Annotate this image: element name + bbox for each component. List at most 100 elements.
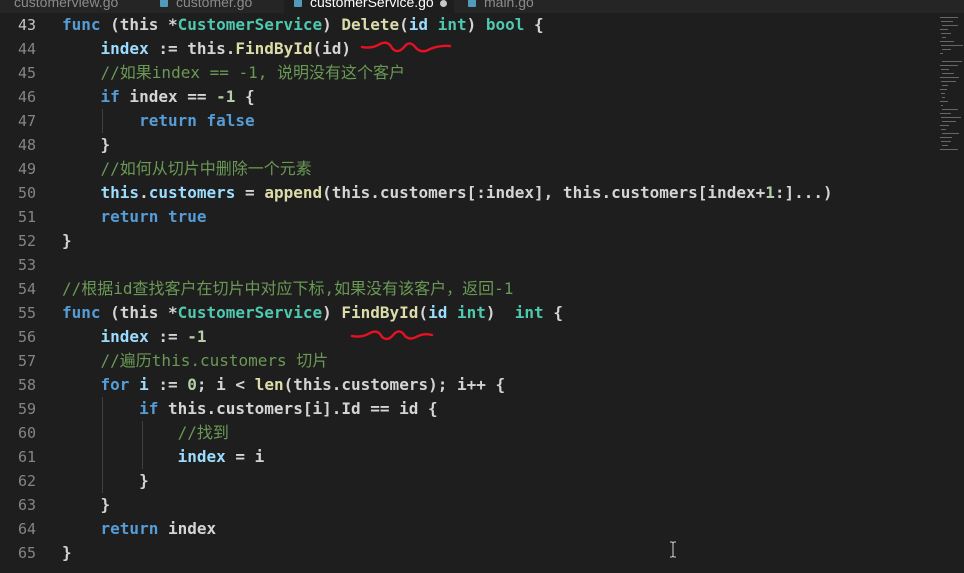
text-cursor-icon: [670, 541, 676, 558]
code-line[interactable]: 48 }: [0, 133, 938, 157]
code-line[interactable]: 54 //根据id查找客户在切片中对应下标,如果没有该客户，返回-1: [0, 277, 938, 301]
code-token: CustomerService: [177, 303, 323, 322]
indent-guide: [102, 397, 103, 493]
code-token: (: [418, 303, 429, 322]
code-token: .: [139, 183, 149, 202]
minimap-line: [940, 41, 954, 42]
minimap-line: [941, 93, 945, 94]
minimap-line: [941, 81, 956, 82]
code-line[interactable]: 62 }: [0, 469, 938, 493]
code-token: func: [62, 303, 101, 322]
tab-customerview[interactable]: customerview.go: [0, 0, 150, 13]
minimap-line: [942, 61, 962, 62]
minimap-line: [940, 17, 958, 18]
code-token: (this.customers); i++ {: [283, 375, 506, 394]
code-text: if index == -1 {: [62, 85, 255, 109]
minimap-line: [941, 141, 951, 142]
code-line[interactable]: 64 return index: [0, 517, 938, 541]
code-token: false: [206, 111, 255, 130]
line-number: 45: [17, 64, 36, 82]
code-token: id: [428, 303, 448, 322]
code-line[interactable]: 44 index := this.FindById(id): [0, 37, 938, 61]
code-line[interactable]: 57 //遍历this.customers 切片: [0, 349, 938, 373]
tab-main[interactable]: main.go: [458, 0, 568, 13]
minimap-line: [942, 49, 951, 50]
code-line[interactable]: 59 if this.customers[i].Id == id {: [0, 397, 938, 421]
code-token: return: [139, 111, 197, 130]
code-token: //如何从切片中删除一个元素: [100, 159, 312, 178]
code-line[interactable]: 63 }: [0, 493, 938, 517]
minimap-line: [940, 53, 943, 54]
code-token: ): [322, 15, 342, 34]
code-editor[interactable]: 43 func (this *CustomerService) Delete(id…: [0, 13, 938, 573]
code-token: ): [466, 15, 486, 34]
code-token: //遍历this.customers 切片: [100, 351, 329, 370]
code-token: index: [158, 519, 217, 538]
code-token: FindById: [341, 303, 419, 322]
minimap-line: [942, 145, 948, 146]
code-token: {: [524, 15, 544, 34]
unsaved-dot-icon[interactable]: [439, 0, 447, 7]
code-line[interactable]: 45 //如果index == -1, 说明没有这个客户: [0, 61, 938, 85]
tab-customerservice[interactable]: customerService.go: [284, 0, 454, 13]
line-number: 47: [17, 112, 36, 130]
minimap[interactable]: [938, 13, 964, 153]
minimap-line: [940, 65, 958, 66]
code-token: customers: [148, 183, 236, 202]
code-line[interactable]: 53: [0, 253, 938, 277]
line-number: 55: [17, 304, 36, 322]
code-text: return false: [62, 109, 255, 133]
line-number: 52: [17, 232, 36, 250]
code-token: Delete: [341, 15, 400, 34]
code-text: }: [62, 133, 111, 157]
code-token: CustomerService: [177, 15, 323, 34]
code-line[interactable]: 47 return false: [0, 109, 938, 133]
code-text: if this.customers[i].Id == id {: [62, 397, 438, 421]
code-token: return: [100, 207, 159, 226]
minimap-line: [940, 125, 949, 126]
code-token: :=: [148, 327, 188, 346]
code-line[interactable]: 60 //找到: [0, 421, 938, 445]
tab-customer[interactable]: customer.go: [150, 0, 280, 13]
line-number: 63: [17, 496, 36, 514]
code-line[interactable]: 51 return true: [0, 205, 938, 229]
line-number: 43: [17, 16, 36, 34]
line-number: 62: [17, 472, 36, 490]
code-text: for i := 0; i < len(this.customers); i++…: [62, 373, 506, 397]
code-token: }: [62, 471, 149, 490]
code-line[interactable]: 52}: [0, 229, 938, 253]
line-number: 46: [17, 88, 36, 106]
indent-guide: [102, 109, 103, 133]
code-line[interactable]: 65}: [0, 541, 938, 565]
tab-label: customer.go: [176, 0, 253, 10]
code-text: }: [62, 229, 72, 253]
code-line[interactable]: 50 this.customers = append(this.customer…: [0, 181, 938, 205]
code-line[interactable]: 56 index := -1: [0, 325, 938, 349]
code-line[interactable]: 46 if index == -1 {: [0, 85, 938, 109]
code-token: index ==: [119, 87, 217, 106]
code-line[interactable]: 55 func (this *CustomerService) FindById(…: [0, 301, 938, 325]
line-number: 58: [17, 376, 36, 394]
minimap-line: [940, 77, 959, 78]
code-line[interactable]: 49 //如何从切片中删除一个元素: [0, 157, 938, 181]
minimap-line: [940, 101, 948, 102]
code-line[interactable]: 58 for i := 0; i < len(this.customers); …: [0, 373, 938, 397]
minimap-line: [942, 109, 958, 110]
code-line[interactable]: 43 func (this *CustomerService) Delete(id…: [0, 13, 938, 37]
code-token: index: [100, 39, 149, 58]
code-token: int: [514, 303, 544, 322]
line-number: 54: [17, 280, 36, 298]
line-number: 57: [17, 352, 36, 370]
code-line[interactable]: 61 index = i: [0, 445, 938, 469]
code-token: //根据id查找客户在切片中对应下标,如果没有该客户，返回-1: [62, 279, 514, 298]
minimap-line: [940, 149, 958, 150]
